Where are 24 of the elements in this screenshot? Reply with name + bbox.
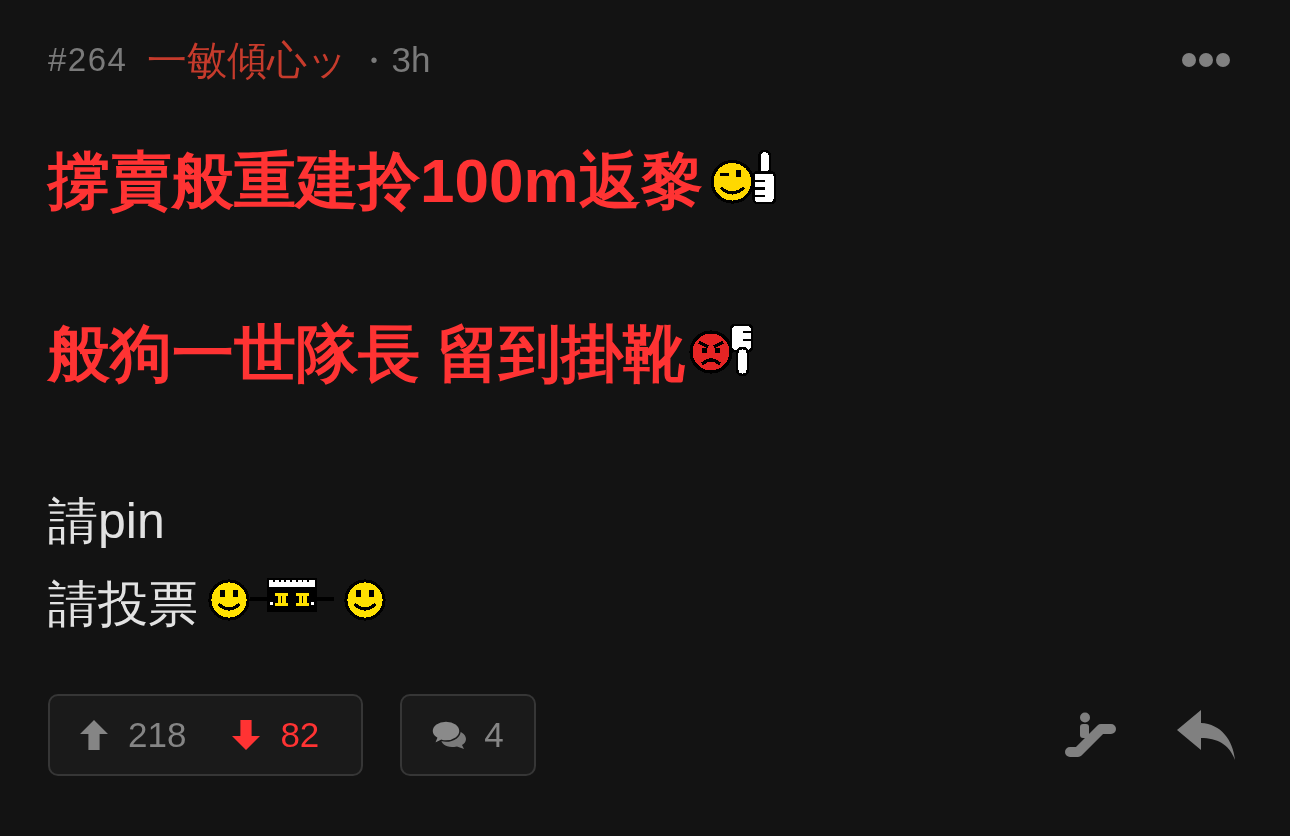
post-time: 3h	[391, 40, 431, 80]
separator-dot: •	[370, 48, 378, 72]
reply-button[interactable]	[1177, 710, 1235, 760]
post-text: 般狗一世隊長 留到掛靴	[48, 318, 686, 390]
post-text: 請投票	[48, 575, 198, 634]
downvote-button[interactable]: 82	[232, 715, 320, 755]
escalator-icon	[1065, 712, 1117, 758]
smiley-face-icon	[208, 578, 250, 621]
up-arrow-icon	[80, 720, 108, 750]
escalator-button[interactable]	[1065, 712, 1117, 758]
winking-face-thumbs-up-icon	[708, 148, 777, 205]
upvote-button[interactable]: 218	[80, 715, 187, 755]
post-text: 撐賣般重建拎100m返黎	[48, 145, 703, 217]
more-icon	[1182, 53, 1230, 67]
author-name-link[interactable]: 一敏傾心ッ	[147, 32, 349, 88]
speech-bubbles-icon	[432, 721, 467, 749]
reply-icon	[1177, 710, 1235, 760]
angry-face-thumbs-down-icon	[689, 321, 756, 378]
comment-button[interactable]: 4	[400, 694, 536, 776]
smiley-face-icon	[344, 578, 386, 621]
post-text: 請pin	[48, 492, 165, 551]
more-button[interactable]	[1182, 53, 1230, 67]
post-number: #264	[48, 41, 128, 79]
down-arrow-icon	[232, 720, 261, 750]
